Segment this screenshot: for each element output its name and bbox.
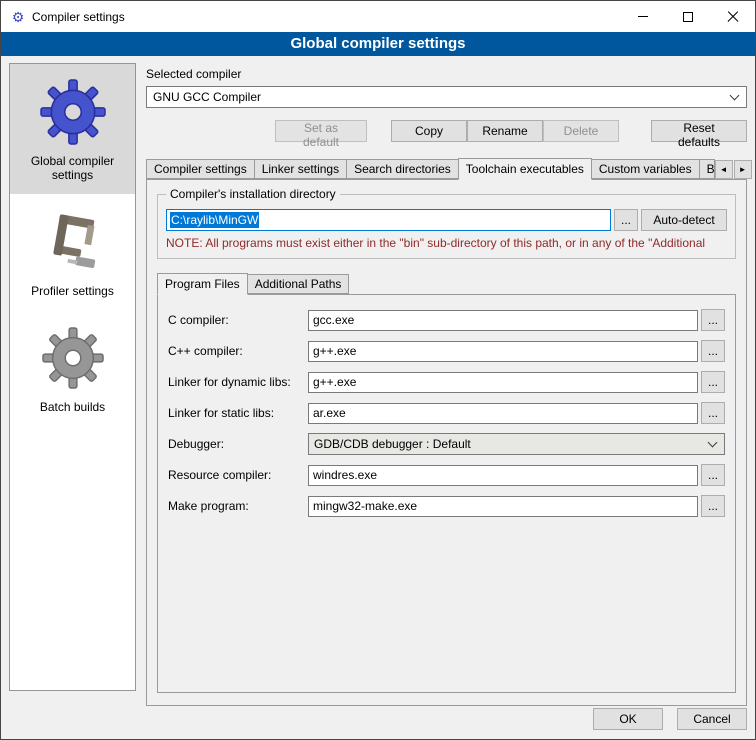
reset-defaults-button[interactable]: Reset defaults <box>651 120 747 142</box>
selected-compiler-label: Selected compiler <box>146 67 747 81</box>
debugger-combobox[interactable]: GDB/CDB debugger : Default <box>308 433 725 455</box>
profiler-iconbox <box>14 204 131 280</box>
tab-scroll-left-icon: ◄ <box>720 165 728 174</box>
tab-custom-variables[interactable]: Custom variables <box>591 159 700 179</box>
settings-sidebar: Global compiler settings <box>9 63 136 691</box>
make-program-browse-button[interactable]: ... <box>701 495 725 517</box>
rename-button[interactable]: Rename <box>467 120 543 142</box>
close-button[interactable] <box>710 1 755 32</box>
resource-compiler-input[interactable] <box>308 465 698 486</box>
dialog-footer: OK Cancel <box>593 708 747 730</box>
app-gear-icon: ⚙ <box>10 9 26 25</box>
installation-directory-selected-text: C:\raylib\MinGW <box>170 212 259 228</box>
resource-compiler-label: Resource compiler: <box>168 468 308 482</box>
installation-directory-browse-button[interactable]: ... <box>614 209 638 231</box>
field-row-linker-dynamic: Linker for dynamic libs: ... <box>168 371 725 393</box>
tab-scroll-arrows: ◄ ► <box>714 160 752 179</box>
bin-subdirectory-note: NOTE: All programs must exist either in … <box>166 236 727 250</box>
cpp-compiler-browse-button[interactable]: ... <box>701 340 725 362</box>
field-row-debugger: Debugger: GDB/CDB debugger : Default <box>168 433 725 455</box>
maximize-icon <box>683 12 693 22</box>
linker-dynamic-label: Linker for dynamic libs: <box>168 375 308 389</box>
minimize-icon <box>638 16 648 17</box>
toolchain-executables-panel: Compiler's installation directory C:\ray… <box>146 179 747 706</box>
gear-gray-icon <box>42 327 104 389</box>
resource-compiler-browse-button[interactable]: ... <box>701 464 725 486</box>
sidebar-item-label: Global compiler settings <box>14 154 131 182</box>
field-row-cpp-compiler: C++ compiler: ... <box>168 340 725 362</box>
sidebar-item-global-compiler-settings[interactable]: Global compiler settings <box>10 64 135 194</box>
blue-gear-iconbox <box>14 74 131 150</box>
close-icon <box>727 11 739 23</box>
page-title: Global compiler settings <box>1 32 755 56</box>
ok-button[interactable]: OK <box>593 708 663 730</box>
chevron-down-icon <box>730 90 740 100</box>
make-program-input[interactable] <box>308 496 698 517</box>
c-compiler-input[interactable] <box>308 310 698 331</box>
linker-static-input[interactable] <box>308 403 698 424</box>
field-row-linker-static: Linker for static libs: ... <box>168 402 725 424</box>
c-compiler-browse-button[interactable]: ... <box>701 309 725 331</box>
maximize-button[interactable] <box>665 1 710 32</box>
program-files-panel: C compiler: ... C++ compiler: ... <box>157 294 736 693</box>
tab-linker-settings[interactable]: Linker settings <box>254 159 347 179</box>
linker-static-browse-button[interactable]: ... <box>701 402 725 424</box>
selected-compiler-combobox[interactable]: GNU GCC Compiler <box>146 86 747 108</box>
gray-gear-iconbox <box>14 320 131 396</box>
delete-button[interactable]: Delete <box>543 120 619 142</box>
installation-directory-legend: Compiler's installation directory <box>166 187 340 201</box>
clamp-tool-icon <box>42 209 104 275</box>
cpp-compiler-label: C++ compiler: <box>168 344 308 358</box>
sidebar-item-profiler-settings[interactable]: Profiler settings <box>10 194 135 310</box>
minimize-button[interactable] <box>620 1 665 32</box>
tab-build-options[interactable]: Buil <box>699 159 715 179</box>
c-compiler-label: C compiler: <box>168 313 308 327</box>
window-title: Compiler settings <box>32 10 125 24</box>
tab-scroll-left-button[interactable]: ◄ <box>715 160 733 179</box>
tab-search-directories[interactable]: Search directories <box>346 159 459 179</box>
debugger-value: GDB/CDB debugger : Default <box>314 437 709 451</box>
tab-toolchain-executables[interactable]: Toolchain executables <box>458 158 592 180</box>
field-row-c-compiler: C compiler: ... <box>168 309 725 331</box>
main-panel: Selected compiler GNU GCC Compiler Set a… <box>146 56 747 706</box>
compiler-button-row: Set as default Copy Rename Delete Reset … <box>146 120 747 142</box>
sidebar-item-label: Batch builds <box>14 400 131 414</box>
tab-compiler-settings[interactable]: Compiler settings <box>146 159 255 179</box>
cpp-compiler-input[interactable] <box>308 341 698 362</box>
sidebar-item-batch-builds[interactable]: Batch builds <box>10 310 135 426</box>
tab-scroll-right-icon: ► <box>739 165 747 174</box>
tab-program-files[interactable]: Program Files <box>157 273 248 295</box>
installation-directory-row: C:\raylib\MinGW ... Auto-detect <box>166 209 727 231</box>
make-program-label: Make program: <box>168 499 308 513</box>
installation-directory-groupbox: Compiler's installation directory C:\ray… <box>157 194 736 259</box>
field-row-resource-compiler: Resource compiler: ... <box>168 464 725 486</box>
installation-directory-input[interactable]: C:\raylib\MinGW <box>166 209 611 231</box>
field-row-make-program: Make program: ... <box>168 495 725 517</box>
copy-button[interactable]: Copy <box>391 120 467 142</box>
linker-static-label: Linker for static libs: <box>168 406 308 420</box>
program-files-tabstrip: Program Files Additional Paths <box>157 273 736 294</box>
debugger-label: Debugger: <box>168 437 308 451</box>
cancel-button[interactable]: Cancel <box>677 708 747 730</box>
sidebar-item-label: Profiler settings <box>14 284 131 298</box>
gear-icon <box>40 79 106 145</box>
compiler-settings-dialog: ⚙ Compiler settings Global compiler sett… <box>0 0 756 740</box>
linker-dynamic-input[interactable] <box>308 372 698 393</box>
title-bar[interactable]: ⚙ Compiler settings <box>1 1 755 32</box>
settings-tabstrip: Compiler settings Linker settings Search… <box>146 158 747 179</box>
linker-dynamic-browse-button[interactable]: ... <box>701 371 725 393</box>
chevron-down-icon <box>708 437 718 447</box>
tab-scroll-right-button[interactable]: ► <box>734 160 752 179</box>
set-as-default-button[interactable]: Set as default <box>275 120 367 142</box>
selected-compiler-value: GNU GCC Compiler <box>153 90 731 104</box>
auto-detect-button[interactable]: Auto-detect <box>641 209 727 231</box>
tab-additional-paths[interactable]: Additional Paths <box>247 274 350 294</box>
dialog-content: Global compiler settings <box>1 56 755 739</box>
